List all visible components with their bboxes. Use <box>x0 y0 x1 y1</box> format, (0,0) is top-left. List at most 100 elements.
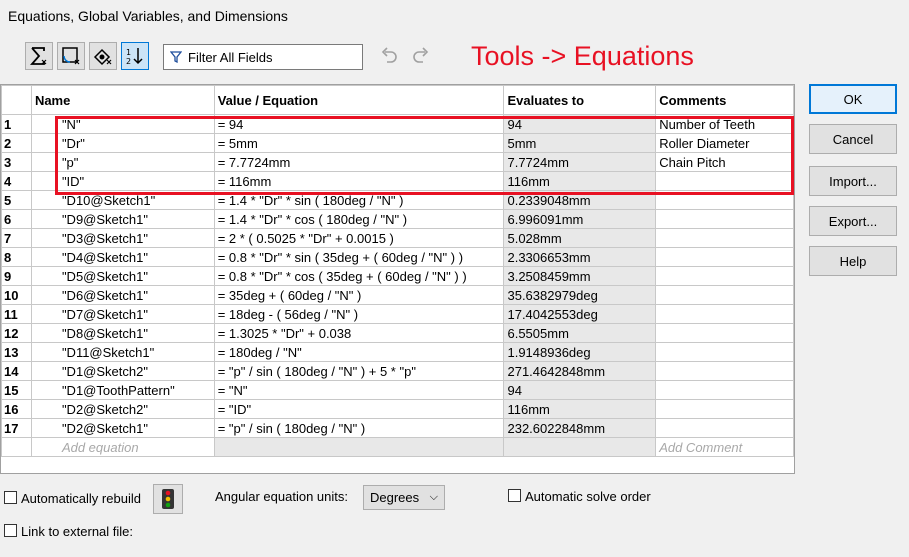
name-cell[interactable]: "D9@Sketch1" <box>30 209 215 229</box>
table-row[interactable]: 16 "D2@Sketch2" = "ID" 116mm <box>1 399 794 419</box>
table-row[interactable]: 17 "D2@Sketch1" = "p" / sin ( 180deg / "N"… <box>1 418 794 438</box>
value-cell[interactable]: = 18deg - ( 56deg / "N" ) <box>213 304 505 324</box>
name-cell[interactable]: "D1@Sketch2" <box>30 361 215 381</box>
comment-cell[interactable] <box>655 399 794 419</box>
name-cell[interactable]: "D6@Sketch1" <box>30 285 215 305</box>
name-cell[interactable]: "ID" <box>30 171 215 191</box>
filter-label: Filter All Fields <box>188 49 273 65</box>
name-cell[interactable]: "D4@Sketch1" <box>30 247 215 267</box>
filter-field[interactable]: Filter All Fields <box>163 44 363 70</box>
name-cell[interactable]: "D8@Sketch1" <box>30 323 215 343</box>
angular-units-select[interactable]: Degrees ⌵ <box>363 485 445 510</box>
table-row[interactable]: 11 "D7@Sketch1" = 18deg - ( 56deg / "N" ) 1… <box>1 304 794 324</box>
name-cell[interactable]: "p" <box>30 152 215 172</box>
comment-cell[interactable] <box>655 418 794 438</box>
value-cell[interactable]: = 5mm <box>213 133 505 153</box>
value-cell[interactable]: = 0.8 * "Dr" * sin ( 35deg + ( 60deg / "… <box>213 247 505 267</box>
value-cell[interactable]: = 2 * ( 0.5025 * "Dr" + 0.0015 ) <box>213 228 505 248</box>
sketch-equation-view-button[interactable] <box>57 42 85 70</box>
add-equation-cell[interactable]: Add equation <box>30 437 215 457</box>
table-row[interactable]: 1 "N" = 94 94 Number of Teeth <box>1 114 794 134</box>
table-row[interactable]: 5 "D10@Sketch1" = 1.4 * "Dr" * sin ( 180de… <box>1 190 794 210</box>
name-cell[interactable]: "D2@Sketch1" <box>30 418 215 438</box>
row-number: 1 <box>1 114 32 134</box>
comment-cell[interactable] <box>655 342 794 362</box>
table-row[interactable]: 4 "ID" = 116mm 116mm <box>1 171 794 191</box>
auto-rebuild-checkbox[interactable] <box>4 491 17 504</box>
value-cell[interactable]: = "N" <box>213 380 505 400</box>
comment-cell[interactable]: Number of Teeth <box>655 114 794 134</box>
dimension-icon <box>93 48 112 66</box>
row-number: 10 <box>1 285 32 305</box>
table-row[interactable]: 13 "D11@Sketch1" = 180deg / "N" 1.9148936de… <box>1 342 794 362</box>
value-cell[interactable]: = 1.4 * "Dr" * cos ( 180deg / "N" ) <box>213 209 505 229</box>
table-row[interactable]: 10 "D6@Sketch1" = 35deg + ( 60deg / "N" ) 3… <box>1 285 794 305</box>
table-row[interactable]: 2 "Dr" = 5mm 5mm Roller Diameter <box>1 133 794 153</box>
cancel-button[interactable]: Cancel <box>809 124 897 154</box>
name-cell[interactable]: "D3@Sketch1" <box>30 228 215 248</box>
comment-cell[interactable] <box>655 190 794 210</box>
table-row[interactable]: 7 "D3@Sketch1" = 2 * ( 0.5025 * "Dr" + 0.0… <box>1 228 794 248</box>
value-cell[interactable]: = 116mm <box>213 171 505 191</box>
auto-solve-checkbox[interactable] <box>508 489 521 502</box>
name-cell[interactable]: "D2@Sketch2" <box>30 399 215 419</box>
comment-cell[interactable] <box>655 209 794 229</box>
name-cell[interactable]: "D10@Sketch1" <box>30 190 215 210</box>
row-number: 13 <box>1 342 32 362</box>
equations-table: Name Value / Equation Evaluates to Comme… <box>0 84 795 474</box>
angular-units-label: Angular equation units: <box>215 489 348 504</box>
table-row[interactable]: 14 "D1@Sketch2" = "p" / sin ( 180deg / "N"… <box>1 361 794 381</box>
value-cell[interactable]: = 7.7724mm <box>213 152 505 172</box>
name-cell[interactable]: "D1@ToothPattern" <box>30 380 215 400</box>
value-cell[interactable]: = 0.8 * "Dr" * cos ( 35deg + ( 60deg / "… <box>213 266 505 286</box>
name-cell[interactable]: "D11@Sketch1" <box>30 342 215 362</box>
header-name[interactable]: Name <box>30 85 215 115</box>
rebuild-button[interactable] <box>153 484 183 514</box>
dimension-view-button[interactable] <box>89 42 117 70</box>
export-button[interactable]: Export... <box>809 206 897 236</box>
value-cell[interactable]: = 35deg + ( 60deg / "N" ) <box>213 285 505 305</box>
header-evaluates[interactable]: Evaluates to <box>503 85 657 115</box>
equation-view-button[interactable] <box>25 42 53 70</box>
name-cell[interactable]: "D7@Sketch1" <box>30 304 215 324</box>
table-row[interactable]: 9 "D5@Sketch1" = 0.8 * "Dr" * cos ( 35deg … <box>1 266 794 286</box>
comment-cell[interactable] <box>655 361 794 381</box>
help-button[interactable]: Help <box>809 246 897 276</box>
table-row[interactable]: 6 "D9@Sketch1" = 1.4 * "Dr" * cos ( 180deg… <box>1 209 794 229</box>
undo-icon[interactable] <box>379 46 399 66</box>
value-cell[interactable]: = 180deg / "N" <box>213 342 505 362</box>
add-comment-cell[interactable]: Add Comment <box>655 437 794 457</box>
value-cell[interactable]: = 1.4 * "Dr" * sin ( 180deg / "N" ) <box>213 190 505 210</box>
comment-cell[interactable] <box>655 323 794 343</box>
value-cell[interactable]: = 94 <box>213 114 505 134</box>
import-button[interactable]: Import... <box>809 166 897 196</box>
name-cell[interactable]: "N" <box>30 114 215 134</box>
value-cell[interactable]: = 1.3025 * "Dr" + 0.038 <box>213 323 505 343</box>
ok-button[interactable]: OK <box>809 84 897 114</box>
table-row[interactable]: 15 "D1@ToothPattern" = "N" 94 <box>1 380 794 400</box>
comment-cell[interactable]: Chain Pitch <box>655 152 794 172</box>
value-cell[interactable]: = "p" / sin ( 180deg / "N" ) <box>213 418 505 438</box>
name-cell[interactable]: "D5@Sketch1" <box>30 266 215 286</box>
comment-cell[interactable] <box>655 247 794 267</box>
comment-cell[interactable] <box>655 266 794 286</box>
value-cell[interactable]: = "p" / sin ( 180deg / "N" ) + 5 * "p" <box>213 361 505 381</box>
link-external-checkbox[interactable] <box>4 524 17 537</box>
value-cell[interactable]: = "ID" <box>213 399 505 419</box>
name-cell[interactable]: "Dr" <box>30 133 215 153</box>
table-row[interactable]: 8 "D4@Sketch1" = 0.8 * "Dr" * sin ( 35deg … <box>1 247 794 267</box>
comment-cell[interactable]: Roller Diameter <box>655 133 794 153</box>
ordered-view-button[interactable]: 1 2 <box>121 42 149 70</box>
row-number: 15 <box>1 380 32 400</box>
header-value[interactable]: Value / Equation <box>213 85 505 115</box>
comment-cell[interactable] <box>655 228 794 248</box>
table-row[interactable]: 12 "D8@Sketch1" = 1.3025 * "Dr" + 0.038 6.5… <box>1 323 794 343</box>
comment-cell[interactable] <box>655 285 794 305</box>
table-row[interactable]: 3 "p" = 7.7724mm 7.7724mm Chain Pitch <box>1 152 794 172</box>
comment-cell[interactable] <box>655 380 794 400</box>
redo-icon[interactable] <box>411 46 431 66</box>
header-comments[interactable]: Comments <box>655 85 794 115</box>
comment-cell[interactable] <box>655 304 794 324</box>
add-equation-row[interactable]: Add equation Add Comment <box>1 437 794 457</box>
comment-cell[interactable] <box>655 171 794 191</box>
